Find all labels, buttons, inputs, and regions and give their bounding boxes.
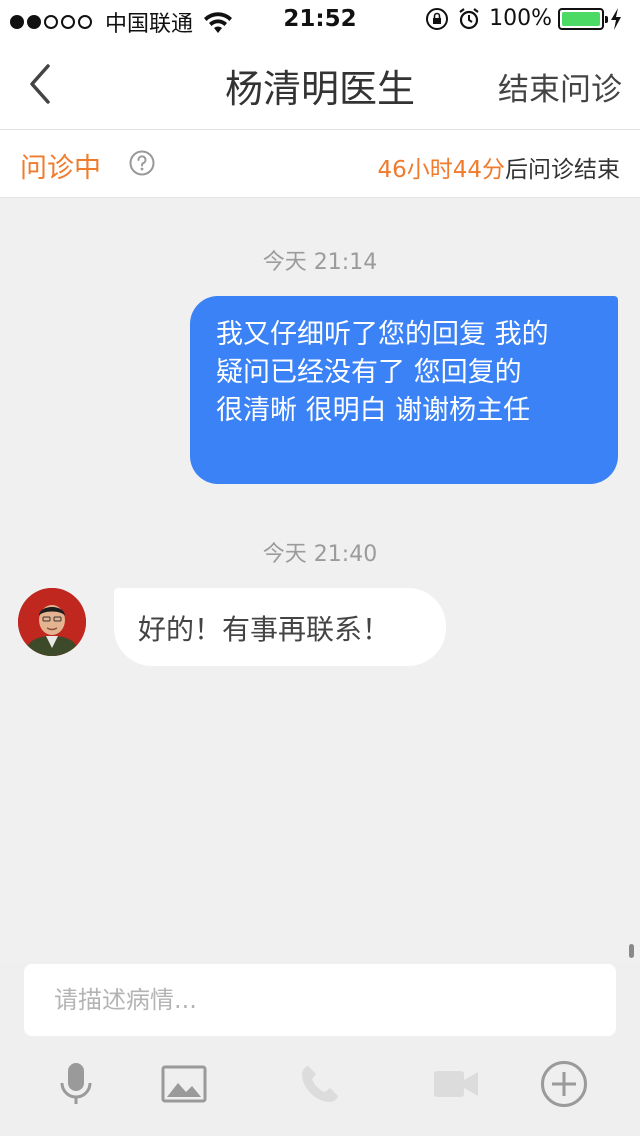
microphone-icon — [60, 1063, 92, 1104]
phone-icon — [302, 1066, 338, 1102]
status-bar: 中国联通 21:52 100% — [0, 0, 640, 40]
consultation-status: 问诊中 — [20, 153, 101, 184]
image-icon — [161, 1065, 207, 1103]
alarm-icon — [459, 7, 479, 29]
help-icon[interactable] — [129, 150, 155, 176]
message-line: 我又仔细听了您的回复 我的 — [216, 319, 549, 350]
timer-suffix: 后问诊结束 — [505, 157, 620, 183]
outgoing-message-bubble[interactable]: 我又仔细听了您的回复 我的 疑问已经没有了 您回复的 很清晰 很明白 谢谢杨主任 — [190, 296, 618, 484]
scrollbar[interactable] — [629, 944, 634, 958]
doctor-portrait-image — [18, 588, 86, 656]
incoming-message-bubble[interactable]: 好的！有事再联系！ — [114, 588, 446, 666]
message-timestamp: 今天 21:14 — [262, 250, 378, 275]
battery-icon — [558, 7, 608, 30]
timer-remaining: 46小时44分 — [377, 157, 505, 183]
battery-level — [562, 11, 600, 26]
message-line: 疑问已经没有了 您回复的 — [216, 357, 522, 388]
more-button[interactable] — [534, 1054, 594, 1114]
message-timestamp: 今天 21:40 — [262, 542, 378, 567]
chat-screen: 中国联通 21:52 100% 杨清明医生 结束问诊 问诊中 46小时44分后问… — [0, 0, 640, 1136]
video-camera-icon — [434, 1071, 478, 1097]
status-right: 100% — [425, 6, 630, 31]
message-input[interactable] — [24, 964, 616, 1036]
phone-button[interactable] — [290, 1054, 350, 1114]
video-call-button[interactable] — [426, 1054, 486, 1114]
consultation-status-bar: 问诊中 46小时44分后问诊结束 — [0, 130, 640, 198]
battery-percent: 100% — [489, 6, 552, 31]
consultation-timer: 46小时44分后问诊结束 — [377, 150, 620, 184]
input-area — [0, 962, 640, 1136]
voice-button[interactable] — [46, 1054, 106, 1114]
input-toolbar — [0, 1054, 640, 1124]
image-button[interactable] — [154, 1054, 214, 1114]
message-text: 好的！有事再联系！ — [138, 613, 391, 646]
nav-bar: 杨清明医生 结束问诊 — [0, 40, 640, 130]
chat-area[interactable]: 今天 21:14 我又仔细听了您的回复 我的 疑问已经没有了 您回复的 很清晰 … — [0, 198, 640, 962]
message-line: 很清晰 很明白 谢谢杨主任 — [216, 395, 531, 426]
doctor-avatar[interactable] — [18, 588, 86, 656]
charging-bolt-icon — [611, 7, 621, 30]
end-consultation-button[interactable]: 结束问诊 — [498, 64, 622, 109]
plus-circle-icon — [541, 1061, 587, 1107]
rotation-lock-icon — [426, 7, 449, 30]
